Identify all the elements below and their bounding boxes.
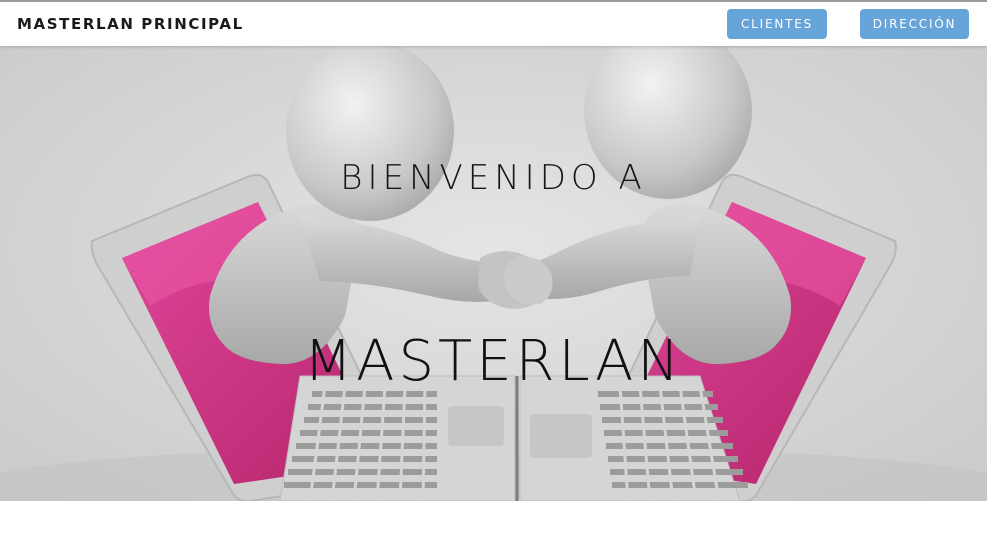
top-navbar: MASTERLAN PRINCIPAL CLIENTES DIRECCIÓN (0, 0, 987, 46)
brand-title[interactable]: MASTERLAN PRINCIPAL (17, 15, 244, 33)
page: MASTERLAN PRINCIPAL CLIENTES DIRECCIÓN B… (0, 0, 987, 549)
hero-welcome-text: BIENVENIDO A (340, 158, 647, 198)
hero-company-name: MASTERLAN (303, 329, 684, 394)
clientes-button[interactable]: CLIENTES (727, 9, 827, 39)
direccion-button[interactable]: DIRECCIÓN (860, 9, 969, 39)
hero-banner: BIENVENIDO A MASTERLAN (0, 46, 987, 501)
hero-handshake-illustration (0, 46, 987, 501)
